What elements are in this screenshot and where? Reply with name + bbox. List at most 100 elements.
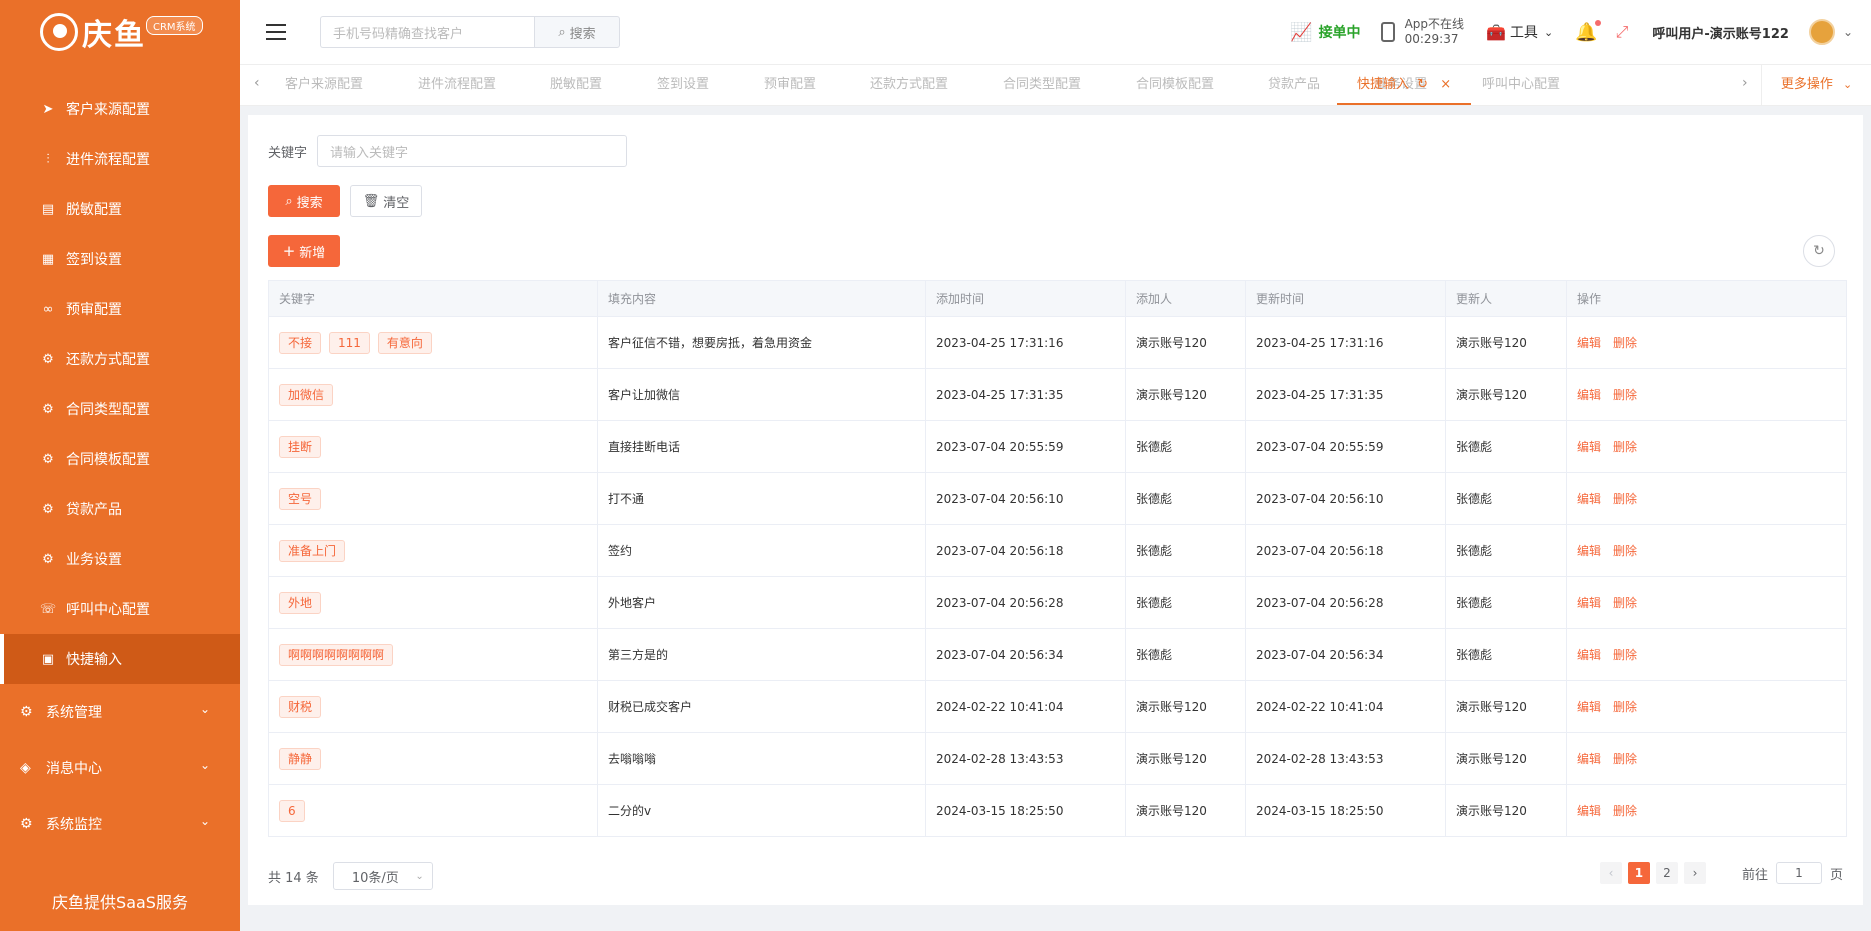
sidebar-item-8[interactable]: ⚙ 贷款产品 [0,484,240,534]
delete-link[interactable]: 删除 [1613,752,1637,766]
user-menu-caret-icon[interactable]: ⌄ [1843,25,1853,39]
cell-updater: 演示账号120 [1445,784,1567,837]
sliders-icon: ⫶ [46,151,50,167]
clear-button[interactable]: 🗑 清空 [350,185,422,217]
refresh-table-icon[interactable]: ↻ [1803,235,1835,267]
sidebar-item-3[interactable]: ▦ 签到设置 [0,234,240,284]
page-button[interactable]: 2 [1655,862,1678,884]
cell-adder: 演示账号120 [1125,784,1246,837]
sidebar-item-10[interactable]: ☏ 呼叫中心配置 [0,584,240,634]
cell-added: 2023-07-04 20:56:10 [925,472,1126,525]
sidebar-group-0[interactable]: ⚙ 系统管理 ⌄ [0,684,240,740]
edit-link[interactable]: 编辑 [1577,596,1601,610]
cell-updated: 2023-04-25 17:31:35 [1245,368,1446,421]
bell-icon[interactable]: 🔔 [1575,19,1601,43]
tab-7[interactable]: 合同模板配置 [1136,65,1214,105]
sidebar-item-4[interactable]: ∞ 预审配置 [0,284,240,334]
tab-4[interactable]: 预审配置 [764,65,816,105]
delete-link[interactable]: 删除 [1613,700,1637,714]
edit-link[interactable]: 编辑 [1577,544,1601,558]
page-button[interactable]: 1 [1627,862,1650,884]
keyword-tag: 财税 [279,695,322,718]
table-row: 静静 去嗡嗡嗡 2024-02-28 13:43:53 演示账号120 2024-02-… [268,732,1847,785]
edit-link[interactable]: 编辑 [1577,700,1601,714]
cell-updater: 演示账号120 [1445,732,1567,785]
tools-dropdown[interactable]: 🧰 工具 ⌄ [1486,22,1553,42]
tab-0[interactable]: 客户来源配置 [285,65,363,105]
delete-link[interactable]: 删除 [1613,544,1637,558]
edit-link[interactable]: 编辑 [1577,648,1601,662]
chevron-down-icon: ⌄ [1543,25,1554,39]
toolbox-icon: 🧰 [1486,22,1506,42]
sidebar-item-7[interactable]: ⚙ 合同模板配置 [0,434,240,484]
delete-link[interactable]: 删除 [1613,440,1637,454]
cell-adder: 张德彪 [1125,472,1246,525]
tab-scroll-right-icon[interactable]: › [1742,75,1748,91]
keyword-tag: 不接 [279,331,322,354]
cell-updated: 2023-04-25 17:31:16 [1245,316,1446,369]
sidebar-item-9[interactable]: ⚙ 业务设置 [0,534,240,584]
cell-updated: 2023-07-04 20:55:59 [1245,420,1446,473]
edit-link[interactable]: 编辑 [1577,804,1601,818]
customer-search-button-label: 搜索 [569,26,596,42]
tab-6[interactable]: 合同类型配置 [1003,65,1081,105]
sidebar-group-2[interactable]: ⚙ 系统监控 ⌄ [0,796,240,852]
sidebar-item-0[interactable]: ➤ 客户来源配置 [0,84,240,134]
refresh-icon[interactable]: ↻ [1417,77,1428,92]
user-name[interactable]: 呼叫用户-演示账号122 [1652,23,1789,42]
delete-link[interactable]: 删除 [1613,336,1637,350]
add-button[interactable]: + 新增 [268,235,340,267]
sidebar-group-1[interactable]: ◈ 消息中心 ⌄ [0,740,240,796]
tab-10[interactable]: 呼叫中心配置 [1482,65,1560,105]
tab-active[interactable]: 快捷输入 ↻ × [1337,65,1472,105]
fish-logo-icon [40,13,78,51]
sidebar-item-label: 呼叫中心配置 [66,602,150,618]
tab-scroll-left-icon[interactable]: ‹ [254,75,260,91]
sidebar-item-5[interactable]: ⚙ 还款方式配置 [0,334,240,384]
edit-link[interactable]: 编辑 [1577,336,1601,350]
keyword-cell: 静静 [268,732,598,785]
edit-link[interactable]: 编辑 [1577,388,1601,402]
tab-1[interactable]: 进件流程配置 [418,65,496,105]
cell-content: 签约 [597,524,926,577]
delete-link[interactable]: 删除 [1613,492,1637,506]
app-status-label: App不在线 [1404,17,1465,31]
sidebar-item-1[interactable]: ⫶ 进件流程配置 [0,134,240,184]
cell-adder: 张德彪 [1125,420,1246,473]
sidebar-item-11[interactable]: ▣ 快捷输入 [0,634,240,684]
table-row: 啊啊啊啊啊啊啊啊 第三方是的 2023-07-04 20:56:34 张德彪 2023-… [268,628,1847,681]
more-operations-dropdown[interactable]: 更多操作 ⌄ [1761,65,1871,105]
delete-link[interactable]: 删除 [1613,804,1637,818]
cell-adder: 演示账号120 [1125,680,1246,733]
cell-added: 2023-07-04 20:56:28 [925,576,1126,629]
goto-page-input[interactable]: 1 [1775,862,1822,884]
quick-input-table: 关键字 填充内容 添加时间 添加人 更新时间 更新人 操作 不接 111 有意向 客户征信不错，想… [268,280,1847,837]
prev-page-button[interactable]: ‹ [1599,862,1622,884]
edit-link[interactable]: 编辑 [1577,492,1601,506]
delete-link[interactable]: 删除 [1613,596,1637,610]
customer-search-button[interactable]: ⌕ 搜索 [534,16,620,48]
delete-link[interactable]: 删除 [1613,388,1637,402]
close-icon[interactable]: × [1440,77,1451,92]
sidebar-item-2[interactable]: ▤ 脱敏配置 [0,184,240,234]
page-size-select[interactable]: 10条/页 ⌄ [332,862,433,890]
next-page-button[interactable]: › [1683,862,1706,884]
tab-2[interactable]: 脱敏配置 [550,65,602,105]
search-button[interactable]: ⌕ 搜索 [268,185,340,217]
edit-link[interactable]: 编辑 [1577,440,1601,454]
edit-link[interactable]: 编辑 [1577,752,1601,766]
fullscreen-icon[interactable]: ⤢ [1616,22,1629,42]
tab-8[interactable]: 贷款产品 [1268,65,1320,105]
search-icon: ⌕ [285,193,293,209]
avatar[interactable] [1808,19,1835,45]
accept-status[interactable]: 📈 接单中 [1290,22,1360,43]
sidebar-item-6[interactable]: ⚙ 合同类型配置 [0,384,240,434]
delete-link[interactable]: 删除 [1613,648,1637,662]
menu-toggle-icon[interactable] [266,24,286,40]
logo: 庆鱼 CRM系统 [0,0,240,64]
tab-3[interactable]: 签到设置 [657,65,709,105]
cell-added: 2023-04-25 17:31:16 [925,316,1126,369]
customer-search-input[interactable]: 手机号码精确查找客户 [320,16,534,48]
tab-5[interactable]: 还款方式配置 [870,65,948,105]
keyword-input[interactable]: 请输入关键字 [317,135,628,167]
